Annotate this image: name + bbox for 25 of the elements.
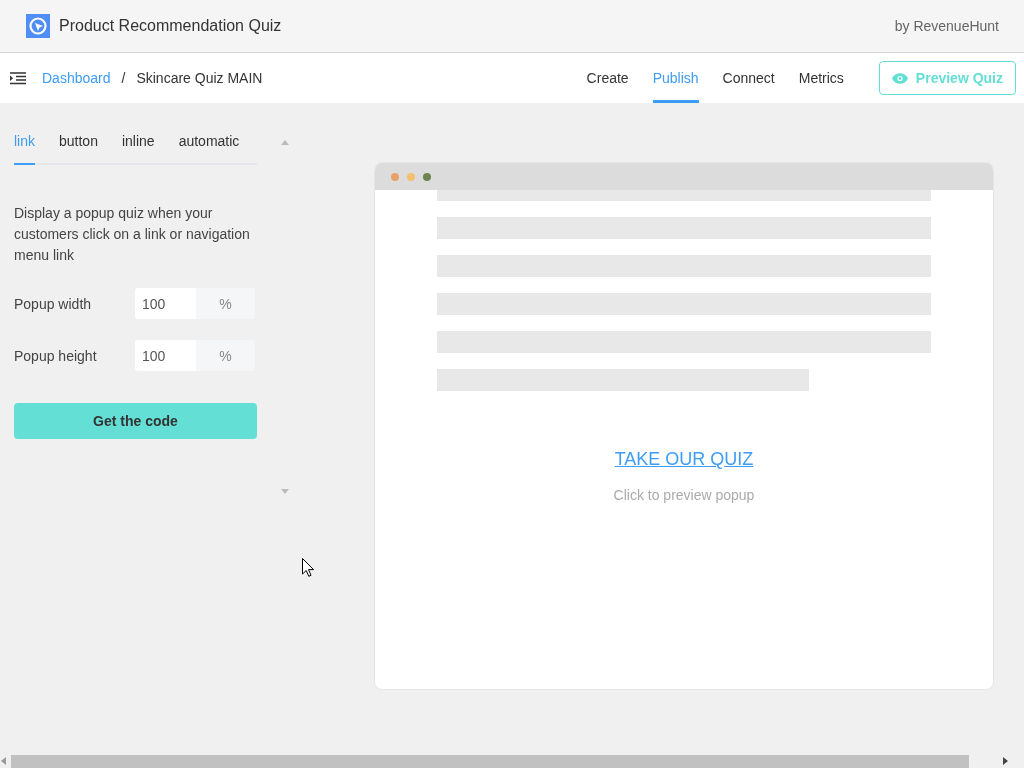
get-code-button[interactable]: Get the code [14,403,257,439]
mouse-cursor-icon [302,558,314,577]
scroll-right-arrow-icon[interactable] [1003,757,1008,765]
field-label: Popup height [14,347,98,364]
nav-tab[interactable]: Metrics [798,53,844,103]
breadcrumb-current: Skincare Quiz MAIN [136,70,263,86]
mode-tab[interactable]: automatic [178,133,240,165]
scroll-down-arrow-icon[interactable] [281,489,289,494]
menu-icon[interactable] [10,71,26,85]
horizontal-scrollbar-thumb[interactable] [11,755,969,768]
hint-text: Click to preview popup [612,487,756,503]
nav-tab[interactable]: Connect [722,53,775,103]
description-text: Display a popup quiz when your customers click on a link or navigation menu link [14,204,251,265]
scroll-up-arrow-icon[interactable] [281,140,289,145]
app-title: Product Recommendation Quiz [59,17,283,35]
window-dots-icon [391,172,431,181]
scroll-left-arrow-icon[interactable] [1,757,6,765]
breadcrumb-separator: / [121,70,126,86]
nav-tab[interactable]: Create [586,53,629,103]
mode-tab[interactable]: inline [121,133,155,165]
field-label: Popup width [14,295,93,312]
eye-icon [891,72,908,84]
logo-icon [26,14,50,38]
mode-tab[interactable]: button [59,133,98,165]
byline: by RevenueHunt [894,18,999,34]
